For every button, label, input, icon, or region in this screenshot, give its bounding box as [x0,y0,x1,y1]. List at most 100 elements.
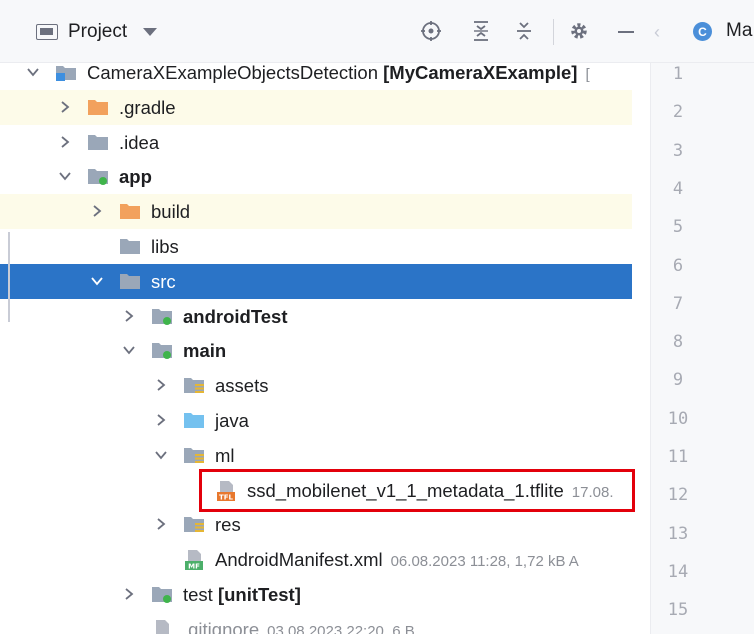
module-folder-icon [151,584,173,604]
tree-row-gradle[interactable]: .gradle [0,89,650,125]
tree-item-label: AndroidManifest.xml 06.08.2023 11:28, 1,7… [215,549,579,571]
tab-scroll-left-icon[interactable]: ‹ [654,22,660,43]
source-folder-icon [183,410,205,430]
line-number: 4 [672,178,684,199]
tree-item-label: androidTest [183,306,288,328]
chevron-down-icon[interactable] [25,64,41,80]
project-toolbar: Project [0,0,650,63]
chevron-right-icon[interactable] [153,516,169,532]
tree-item-module-tag: [MyCameraXExample] [378,62,578,83]
tree-row-androidtest[interactable]: androidTest [0,299,650,334]
class-icon: C [693,22,712,41]
chevron-right-icon[interactable] [153,377,169,393]
gear-icon[interactable] [566,17,592,45]
line-number: 12 [667,485,689,506]
tree-item-name: CameraXExampleObjectsDetection [87,62,378,83]
line-number: 10 [667,408,689,429]
module-folder-icon [87,166,109,186]
tree-row-main[interactable]: main [0,333,650,368]
tree-row-build[interactable]: build [0,194,650,230]
tree-item-label: CameraXExampleObjectsDetection [MyCamera… [87,62,590,84]
tree-item-label: .gitignore 03.08.2023 22:20, 6 B [183,619,415,634]
chevron-right-icon[interactable] [121,586,137,602]
tree-item-label: .idea [119,132,159,154]
tree-item-label: java [215,410,249,432]
expand-all-icon[interactable] [468,17,494,45]
line-number: 3 [672,140,684,161]
module-folder-icon [151,306,173,326]
tree-item-label: src [151,271,176,293]
tree-item-meta: 06.08.2023 11:28, 1,72 kB A [390,553,579,571]
tree-row-gitignore[interactable]: .gitignore 03.08.2023 22:20, 6 B [0,612,650,634]
panel-resize-handle[interactable] [8,232,10,322]
toolbar-separator [553,19,554,45]
tree-row-src[interactable]: src [0,263,650,299]
tree-item-name: libs [151,236,179,257]
line-number: 13 [667,523,689,544]
editor-tab-title[interactable]: Ma [726,20,752,42]
chevron-right-icon[interactable] [89,203,105,219]
line-number: 5 [672,217,684,238]
project-label: Project [68,21,128,42]
minimize-icon[interactable] [618,31,634,33]
line-number: 1 [672,64,684,84]
tree-item-name: AndroidManifest.xml [215,549,383,571]
annotation-highlight-box [199,469,635,512]
resource-folder-icon [183,445,205,465]
tree-row-assets[interactable]: assets [0,368,650,403]
tree-item-meta: 03.08.2023 22:20, 6 B [267,622,415,634]
tree-item-name: java [215,410,249,431]
tree-row-manifest[interactable]: MF AndroidManifest.xml 06.08.2023 11:28, 1… [0,542,650,577]
chevron-right-icon[interactable] [57,99,73,115]
resource-folder-icon [183,375,205,395]
tree-row-ml[interactable]: ml [0,438,650,473]
tree-item-meta: [ [585,66,590,83]
module-folder-icon [151,340,173,360]
project-folder-icon [55,62,77,82]
chevron-right-icon[interactable] [121,308,137,324]
project-window-icon [36,24,58,40]
chevron-right-icon[interactable] [153,412,169,428]
tree-scrollbar-track[interactable] [632,63,650,634]
line-number: 2 [672,102,684,123]
tree-row-project-root[interactable]: CameraXExampleObjectsDetection [MyCamera… [0,55,650,90]
line-number: 6 [672,255,684,276]
chevron-down-icon[interactable] [121,342,137,358]
tree-item-name: build [151,201,191,223]
tree-item-label: build [151,201,190,223]
line-number: 15 [667,600,689,621]
chevron-down-icon [143,28,158,36]
orange-folder-icon [87,97,109,117]
gray-folder-icon [119,236,141,256]
tree-item-name: test [183,584,213,605]
tree-item-label: test [unitTest] [183,584,301,606]
tree-item-name: src [151,270,176,292]
tree-item-label: main [183,340,226,362]
tree-item-label: app [119,166,152,188]
tree-item-name: assets [215,375,269,397]
tree-item-name: ml [215,444,235,466]
tree-row-libs[interactable]: libs [0,229,650,264]
chevron-right-icon[interactable] [57,134,73,150]
chevron-down-icon[interactable] [89,273,105,289]
gitignore-file-icon [151,619,173,634]
tree-row-idea[interactable]: .idea [0,125,650,160]
manifest-file-icon: MF [183,549,205,571]
tree-row-java[interactable]: java [0,403,650,438]
tree-row-test[interactable]: test [unitTest] [0,577,650,612]
tree-item-label: libs [151,236,179,258]
tree-item-name: .gitignore [183,618,260,634]
chevron-down-icon[interactable] [57,168,73,184]
project-tree: CameraXExampleObjectsDetection [MyCamera… [0,55,650,634]
tree-item-name: .idea [119,131,160,153]
tree-item-module-tag: [unitTest] [212,584,301,605]
collapse-all-icon[interactable] [511,17,537,45]
chevron-down-icon[interactable] [153,447,169,463]
tree-row-res[interactable]: res [0,507,650,542]
project-view-dropdown[interactable]: Project [36,19,158,45]
gray-folder-icon [87,132,109,152]
tree-item-name: res [215,514,241,536]
tree-row-app[interactable]: app [0,159,650,194]
line-number: 11 [667,447,689,467]
target-icon[interactable] [418,17,444,45]
